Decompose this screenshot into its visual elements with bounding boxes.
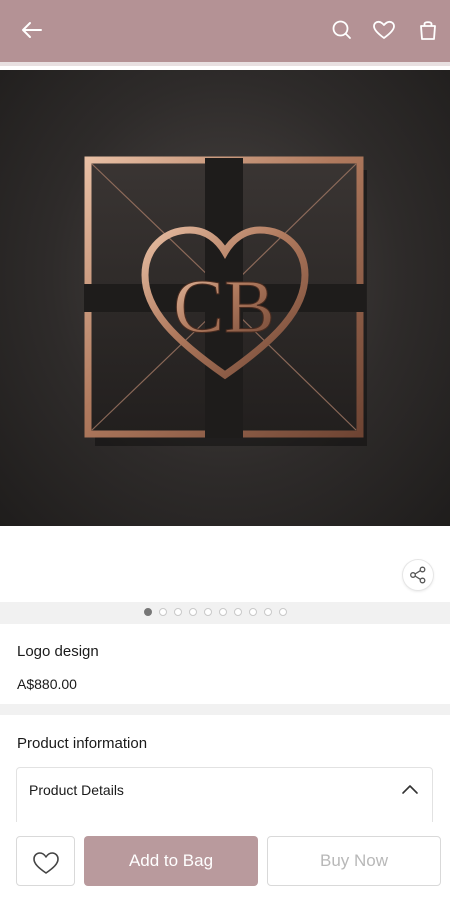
heart-icon: [373, 20, 395, 39]
logo-image: CB: [84, 156, 367, 446]
add-to-bag-button[interactable]: Add to Bag: [84, 836, 258, 886]
carousel-dot[interactable]: [249, 608, 257, 616]
bag-button[interactable]: [414, 16, 442, 44]
add-to-wishlist-button[interactable]: [16, 836, 75, 886]
search-button[interactable]: [328, 16, 356, 44]
carousel-dot[interactable]: [189, 608, 197, 616]
product-information-heading: Product information: [17, 735, 148, 752]
header-divider: [0, 62, 450, 66]
carousel-dot[interactable]: [204, 608, 212, 616]
accordion-label: Product Details: [29, 782, 124, 798]
share-icon: [410, 566, 426, 584]
wishlist-button[interactable]: [370, 16, 398, 44]
share-button[interactable]: [403, 560, 433, 590]
section-divider: [0, 704, 450, 715]
carousel-dot[interactable]: [264, 608, 272, 616]
carousel-dot[interactable]: [279, 608, 287, 616]
chevron-up-icon: [402, 785, 418, 794]
logo-monogram: CB: [173, 265, 274, 349]
top-app-bar: [0, 0, 450, 62]
carousel-dot[interactable]: [219, 608, 227, 616]
bag-icon: [420, 21, 436, 40]
search-icon: [332, 20, 351, 39]
carousel-dot[interactable]: [144, 608, 152, 616]
carousel-indicator: [0, 602, 450, 624]
bottom-action-bar: Add to Bag Buy Now: [0, 822, 450, 900]
carousel-dot[interactable]: [159, 608, 167, 616]
carousel-dot[interactable]: [174, 608, 182, 616]
back-arrow-icon: [22, 22, 42, 38]
back-button[interactable]: [18, 16, 46, 44]
product-name: Logo design: [17, 643, 99, 660]
heart-icon: [33, 852, 59, 874]
product-price: A$880.00: [17, 676, 77, 692]
carousel-dot[interactable]: [234, 608, 242, 616]
product-image[interactable]: CB: [0, 70, 450, 526]
buy-now-button[interactable]: Buy Now: [267, 836, 441, 886]
